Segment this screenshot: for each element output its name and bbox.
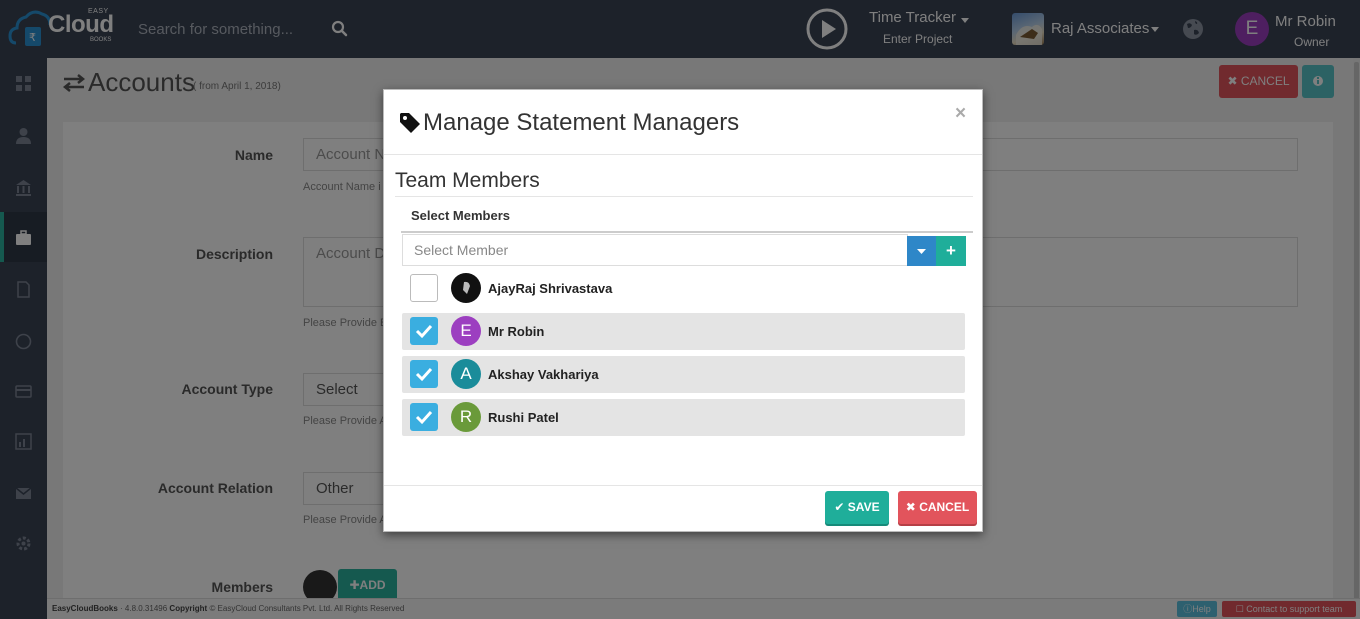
team-members-heading: Team Members (395, 169, 540, 192)
divider (384, 485, 982, 486)
avatar: R (451, 402, 481, 432)
save-button[interactable]: ✔ SAVE (825, 491, 889, 524)
checkmark-icon (415, 367, 433, 382)
select-members-label: Select Members (411, 208, 510, 223)
manage-statement-managers-modal: Manage Statement Managers × Team Members… (383, 89, 983, 532)
avatar (451, 273, 481, 303)
member-row[interactable]: R Rushi Patel (402, 399, 965, 436)
checkmark-icon (415, 324, 433, 339)
member-name: Mr Robin (488, 324, 545, 339)
select-member-input[interactable] (402, 234, 908, 266)
caret-down-icon (917, 249, 926, 254)
modal-title: Manage Statement Managers (423, 109, 740, 136)
close-icon[interactable]: × (955, 104, 966, 123)
save-label: SAVE (847, 500, 880, 514)
member-name: AjayRaj Shrivastava (488, 281, 613, 296)
tag-icon (399, 112, 421, 134)
member-row[interactable]: E Mr Robin (402, 313, 965, 350)
modal-header: Manage Statement Managers × (384, 90, 982, 155)
avatar: E (451, 316, 481, 346)
divider (395, 196, 973, 197)
divider (401, 231, 973, 233)
member-checkbox[interactable] (410, 274, 438, 302)
avatar: A (451, 359, 481, 389)
member-dropdown-button[interactable] (907, 236, 936, 266)
member-checkbox[interactable] (410, 403, 438, 431)
add-member-plus-button[interactable]: + (936, 236, 966, 266)
cancel-button[interactable]: ✖ CANCEL (898, 491, 977, 524)
member-row[interactable]: AjayRaj Shrivastava (402, 270, 965, 307)
member-checkbox[interactable] (410, 360, 438, 388)
member-checkbox[interactable] (410, 317, 438, 345)
cancel-label: CANCEL (919, 500, 970, 514)
checkmark-icon (415, 410, 433, 425)
member-name: Rushi Patel (488, 410, 559, 425)
member-row[interactable]: A Akshay Vakhariya (402, 356, 965, 393)
member-name: Akshay Vakhariya (488, 367, 599, 382)
